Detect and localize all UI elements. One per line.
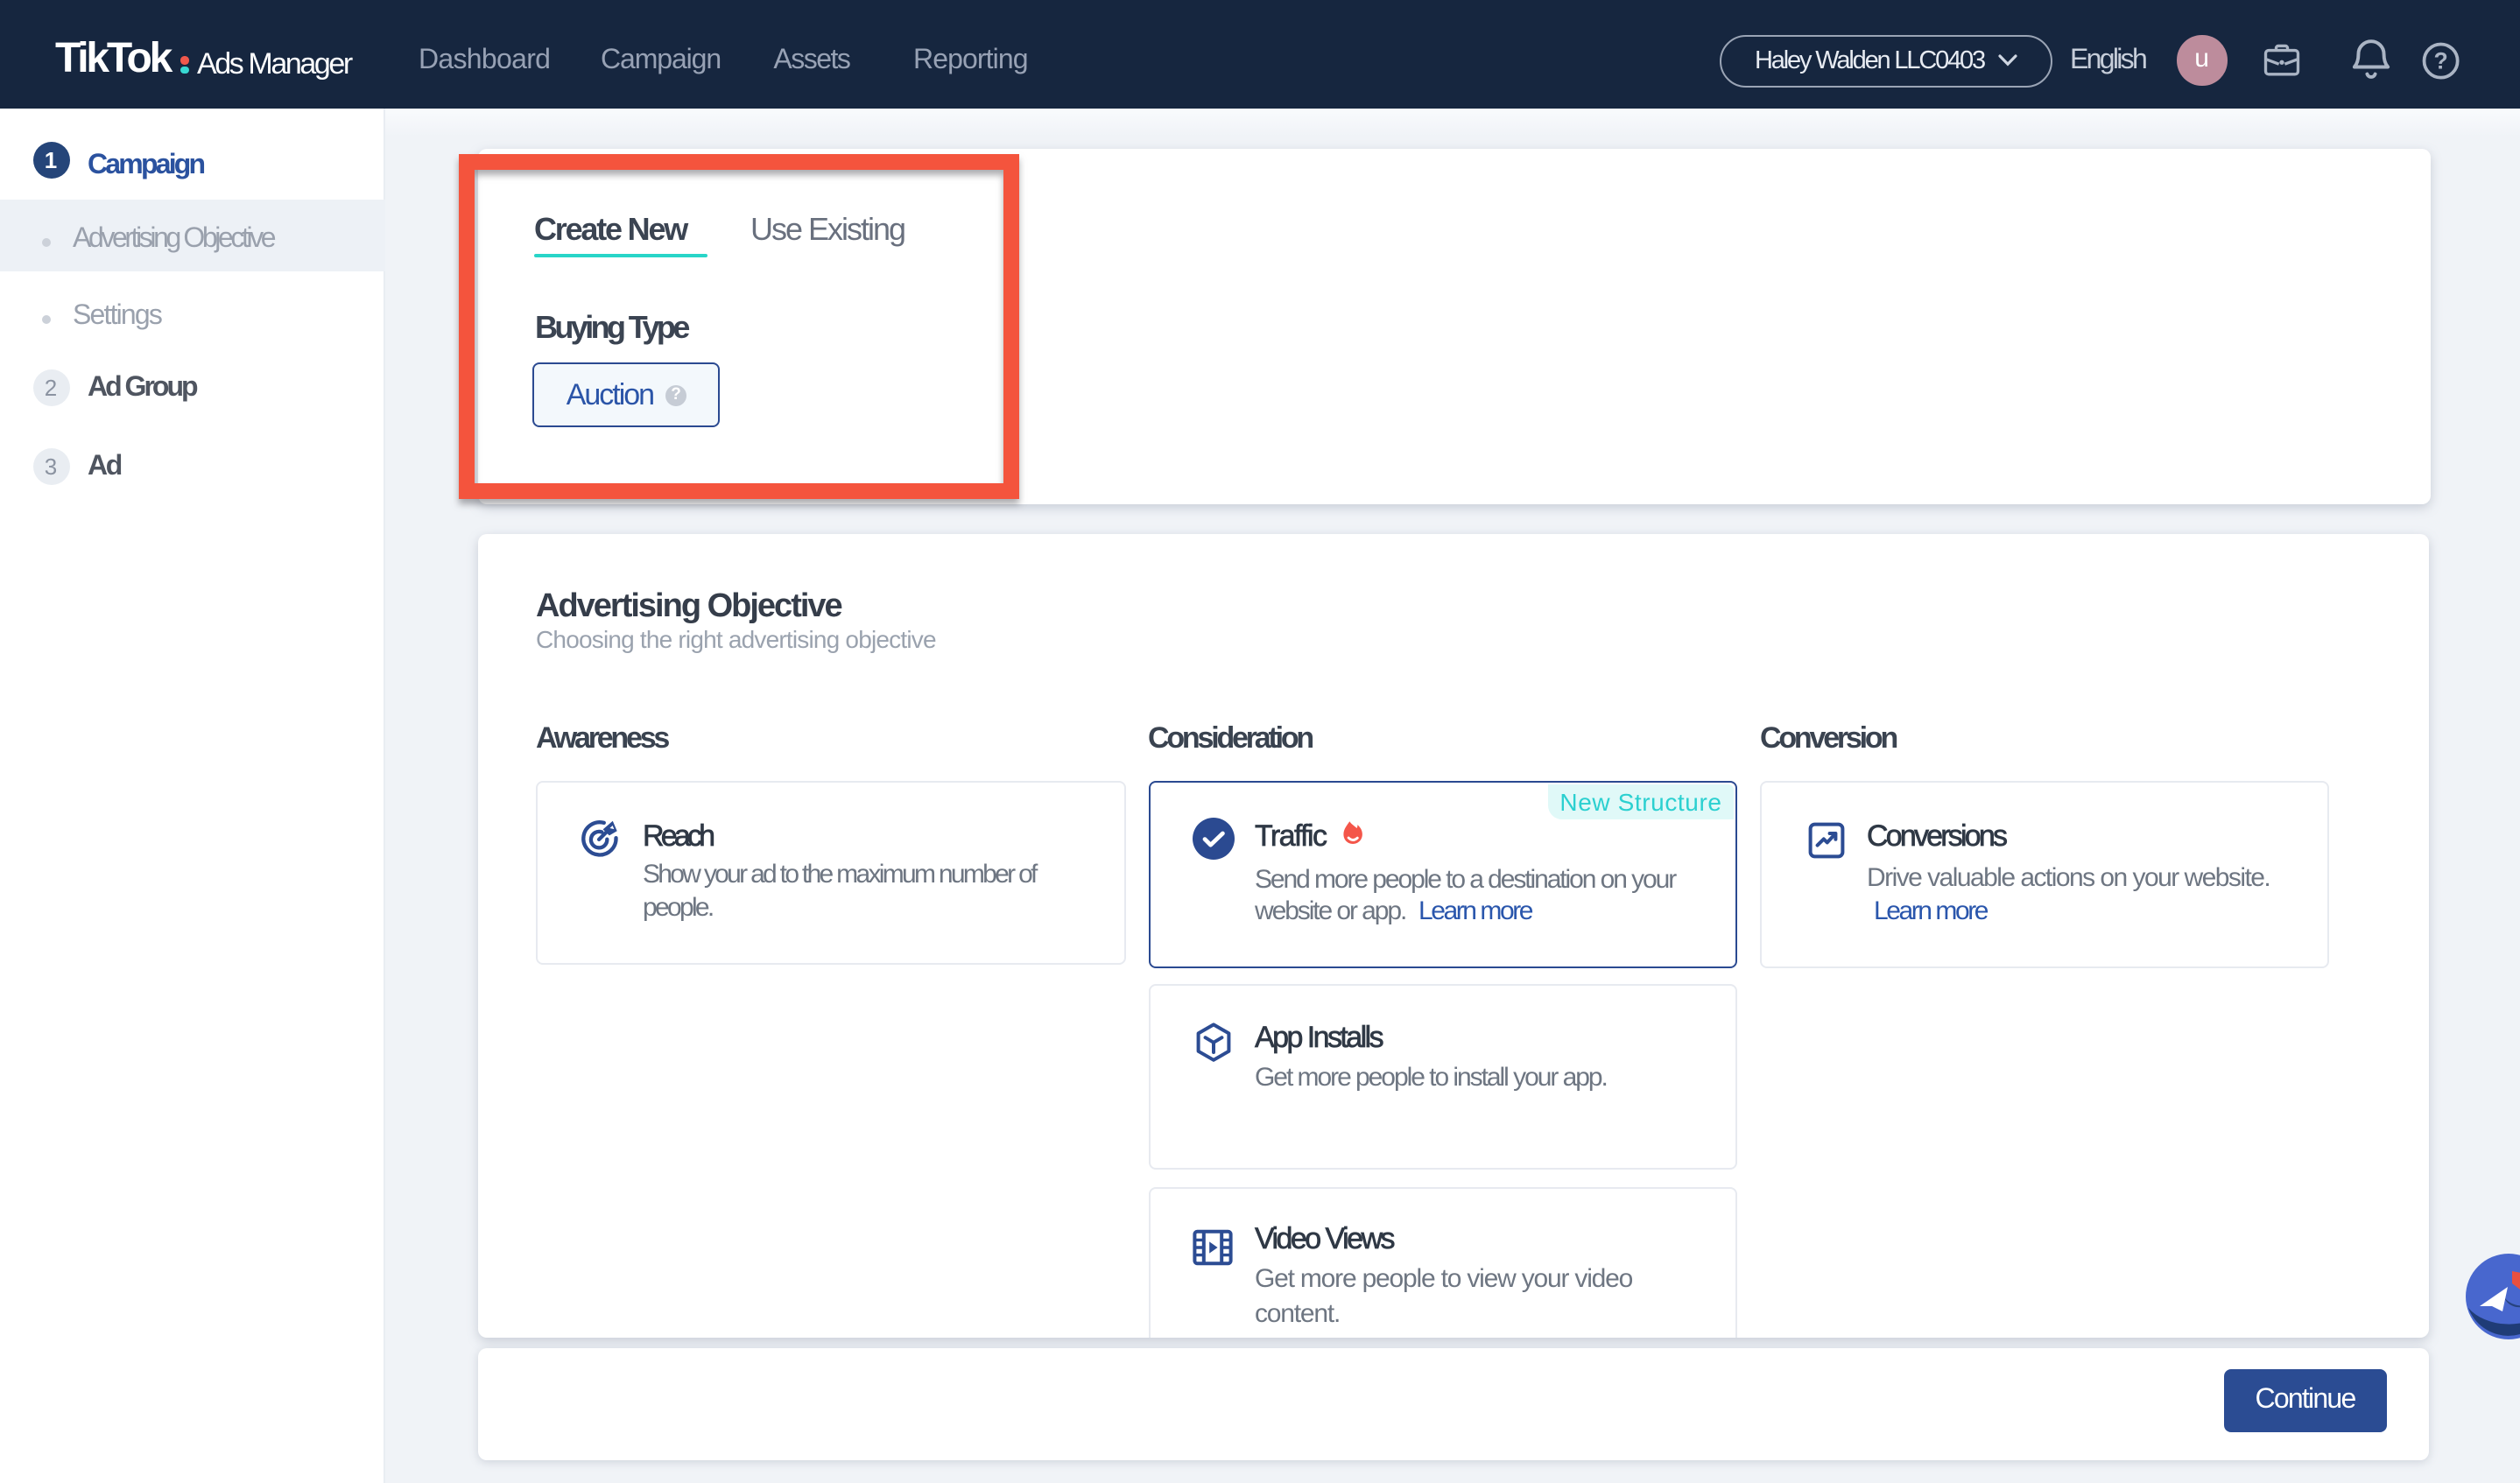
svg-text:?: ? [2433, 48, 2447, 74]
